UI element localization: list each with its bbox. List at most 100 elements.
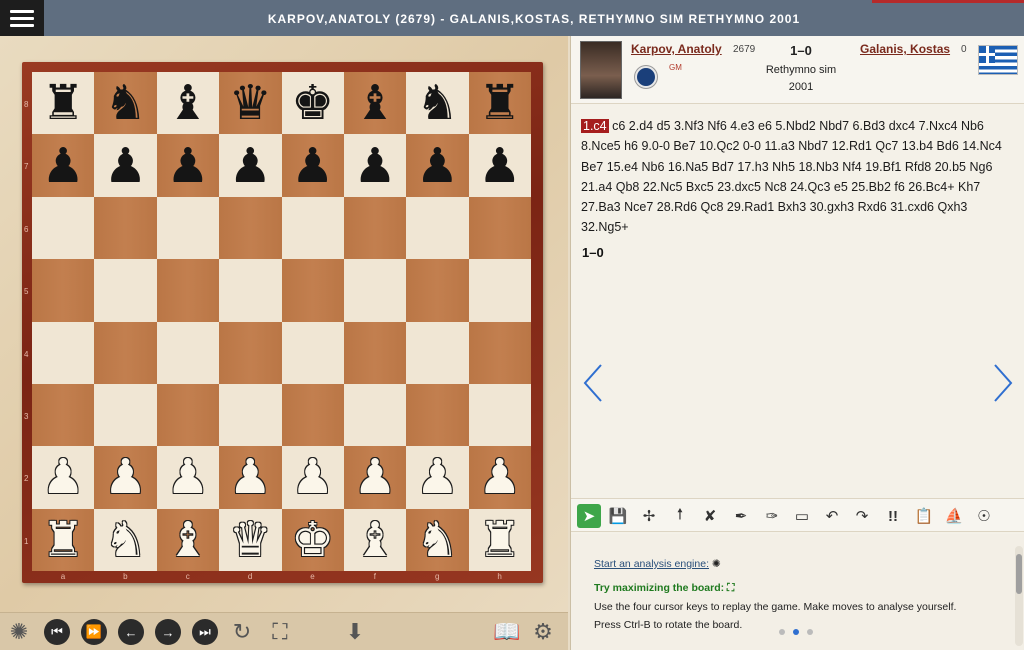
black-pawn-icon[interactable]: ♟ — [478, 142, 521, 190]
black-pawn-icon[interactable]: ♟ — [291, 142, 334, 190]
save-icon[interactable]: 💾 — [606, 504, 630, 528]
white-rook-icon[interactable]: ♜ — [478, 516, 521, 564]
square-h7[interactable]: ♟ — [468, 134, 531, 197]
pen-fine-icon[interactable]: ✑ — [760, 504, 784, 528]
previous-arrow-icon[interactable] — [581, 363, 605, 403]
black-pawn-icon[interactable]: ♟ — [104, 142, 147, 190]
square-f6[interactable] — [343, 196, 407, 260]
black-rook-icon[interactable]: ♜ — [42, 79, 85, 127]
square-c4[interactable] — [156, 321, 220, 384]
square-f7[interactable]: ♟ — [343, 134, 407, 197]
square-b7[interactable]: ♟ — [94, 134, 157, 197]
square-c5[interactable] — [156, 259, 220, 322]
hamburger-menu-icon[interactable] — [0, 0, 44, 36]
square-b4[interactable] — [94, 321, 157, 384]
square-e4[interactable] — [281, 321, 344, 384]
square-h6[interactable] — [468, 196, 531, 260]
share-icon[interactable]: ➤ — [577, 504, 601, 528]
square-a1[interactable]: ♜ 1 a — [24, 508, 95, 581]
page-dot[interactable] — [807, 629, 813, 635]
white-pawn-icon[interactable]: ♟ — [42, 453, 85, 501]
rotate-board-icon[interactable]: ↻ — [229, 619, 255, 645]
white-pawn-icon[interactable]: ♟ — [478, 453, 521, 501]
square-b2[interactable]: ♟ — [94, 446, 157, 509]
square-e8[interactable]: ♚ — [281, 72, 344, 135]
white-rook-icon[interactable]: ♜ — [42, 516, 85, 564]
settings-gear-icon[interactable]: ⚙ — [530, 619, 556, 645]
square-f2[interactable]: ♟ — [343, 446, 407, 509]
square-d8[interactable]: ♛ — [219, 72, 282, 135]
scrollbar-thumb[interactable] — [1016, 554, 1022, 594]
square-c3[interactable] — [156, 383, 220, 447]
square-a6[interactable]: 6 — [24, 196, 95, 260]
square-f1[interactable]: ♝ f — [343, 508, 407, 581]
black-rook-icon[interactable]: ♜ — [478, 79, 521, 127]
square-g7[interactable]: ♟ — [406, 134, 469, 197]
black-pawn-icon[interactable]: ♟ — [416, 142, 459, 190]
fast-forward-icon[interactable]: ⏩ — [81, 619, 107, 645]
square-h5[interactable] — [468, 259, 531, 322]
scrollbar[interactable] — [1015, 546, 1023, 646]
undo-icon[interactable]: ↶ — [820, 504, 844, 528]
black-player-name[interactable]: Galanis, Kostas — [860, 42, 950, 56]
square-c6[interactable] — [156, 196, 220, 260]
black-pawn-icon[interactable]: ♟ — [42, 142, 85, 190]
square-d4[interactable] — [219, 321, 282, 384]
square-b8[interactable]: ♞ — [94, 72, 157, 135]
square-g2[interactable]: ♟ — [406, 446, 469, 509]
last-move-icon[interactable]: ⏭ — [192, 619, 218, 645]
square-b6[interactable] — [94, 196, 157, 260]
clipboard-icon[interactable]: 📋 — [912, 504, 936, 528]
white-queen-icon[interactable]: ♛ — [229, 516, 272, 564]
fullscreen-icon[interactable]: ⛶ — [267, 619, 293, 645]
square-g3[interactable] — [406, 383, 469, 447]
black-pawn-icon[interactable]: ♟ — [229, 142, 272, 190]
square-a4[interactable]: 4 — [24, 321, 95, 384]
square-g6[interactable] — [406, 196, 469, 260]
black-knight-icon[interactable]: ♞ — [104, 79, 147, 127]
page-dot[interactable] — [779, 629, 785, 635]
square-e5[interactable] — [281, 259, 344, 322]
white-pawn-icon[interactable]: ♟ — [104, 453, 147, 501]
black-queen-icon[interactable]: ♛ — [229, 79, 272, 127]
square-g1[interactable]: ♞ g — [406, 508, 469, 581]
square-d3[interactable] — [219, 383, 282, 447]
square-e6[interactable] — [281, 196, 344, 260]
no-engine-icon[interactable]: ✘ — [698, 504, 722, 528]
square-f4[interactable] — [343, 321, 407, 384]
white-knight-icon[interactable]: ♞ — [104, 516, 147, 564]
square-c7[interactable]: ♟ — [156, 134, 220, 197]
square-e1[interactable]: ♚ e — [281, 508, 344, 581]
square-d7[interactable]: ♟ — [219, 134, 282, 197]
square-a3[interactable]: 3 — [24, 383, 95, 447]
square-g8[interactable]: ♞ — [406, 72, 469, 135]
black-bishop-icon[interactable]: ♝ — [166, 79, 209, 127]
black-bishop-icon[interactable]: ♝ — [354, 79, 397, 127]
white-pawn-icon[interactable]: ♟ — [166, 453, 209, 501]
square-d1[interactable]: ♛ d — [219, 508, 282, 581]
square-b1[interactable]: ♞ b — [94, 508, 157, 581]
square-a5[interactable]: 5 — [24, 259, 95, 322]
white-pawn-icon[interactable]: ♟ — [416, 453, 459, 501]
square-h8[interactable]: ♜ — [468, 72, 531, 135]
maximize-icon[interactable]: ⛶ — [727, 582, 734, 594]
square-d5[interactable] — [219, 259, 282, 322]
square-f3[interactable] — [343, 383, 407, 447]
square-g5[interactable] — [406, 259, 469, 322]
annotation-icon[interactable]: !! — [881, 504, 905, 528]
current-move[interactable]: 1.c4 — [581, 119, 609, 133]
square-h2[interactable]: ♟ — [468, 446, 531, 509]
square-c2[interactable]: ♟ — [156, 446, 220, 509]
boat-icon[interactable]: ⛵ — [942, 504, 966, 528]
white-pawn-icon[interactable]: ♟ — [354, 453, 397, 501]
square-d2[interactable]: ♟ — [219, 446, 282, 509]
black-knight-icon[interactable]: ♞ — [416, 79, 459, 127]
engine-fan-icon[interactable]: ✺ — [712, 558, 721, 570]
square-c8[interactable]: ♝ — [156, 72, 220, 135]
square-a8[interactable]: ♜ 8 — [24, 72, 95, 135]
first-move-icon[interactable]: ⏮ — [44, 619, 70, 645]
start-engine-link[interactable]: Start an analysis engine: — [594, 558, 709, 570]
next-move-icon[interactable]: → — [155, 619, 181, 645]
white-player-name[interactable]: Karpov, Anatoly — [631, 42, 722, 56]
previous-move-icon[interactable]: ← — [118, 619, 144, 645]
